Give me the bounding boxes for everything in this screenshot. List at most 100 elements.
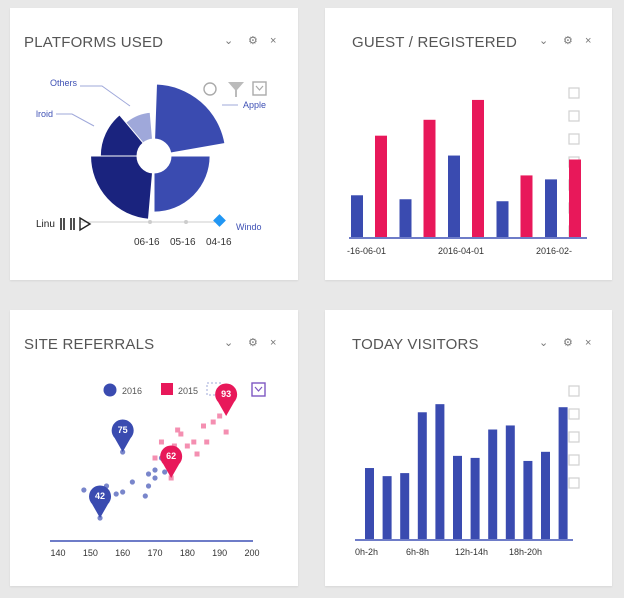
scatter-point-2015[interactable] xyxy=(194,451,200,457)
scatter-point-2016[interactable] xyxy=(81,487,87,493)
timeline-dot[interactable] xyxy=(148,220,152,224)
x-tick-label: -16-06-01 xyxy=(347,246,386,256)
pin-label: 93 xyxy=(221,389,231,399)
save-icon[interactable] xyxy=(252,81,267,96)
bar-series-2[interactable] xyxy=(375,135,387,237)
scatter-point-2016[interactable] xyxy=(162,469,168,475)
bar[interactable] xyxy=(400,473,410,539)
timeline-dot[interactable] xyxy=(184,220,188,224)
card-site-referrals: SITE REFERRALS ⌄ ⚙ × 2016 2015 93 75 62 42 … xyxy=(10,310,298,586)
timeline-current-marker[interactable] xyxy=(213,214,226,227)
x-tick-label: 2016-04-01 xyxy=(438,246,484,256)
bar-series-1[interactable] xyxy=(545,179,557,237)
timeline-label[interactable]: 05-16 xyxy=(170,237,196,248)
bar-series-2[interactable] xyxy=(472,99,484,237)
x-tick-label: 150 xyxy=(83,548,98,558)
x-tick-label: 180 xyxy=(180,548,195,558)
scatter-point-2015[interactable] xyxy=(223,429,229,435)
legend-marker-2015[interactable] xyxy=(161,383,173,395)
scatter-point-2016[interactable] xyxy=(145,483,152,489)
save-icon[interactable] xyxy=(568,477,580,489)
legend-label-2016[interactable]: 2016 xyxy=(122,386,142,396)
x-tick-label: 190 xyxy=(212,548,227,558)
bar[interactable] xyxy=(505,425,515,539)
x-tick-label: 0h-2h xyxy=(355,547,378,557)
bar-series-2[interactable] xyxy=(423,119,436,237)
timeline-label[interactable]: 04-16 xyxy=(206,237,232,248)
x-tick-label: 2016-02- xyxy=(536,246,572,256)
bar[interactable] xyxy=(453,455,462,539)
pin-label: 42 xyxy=(95,491,105,501)
today-visitors-chart: 0h-2h 6h-8h 12h-14h 18h-20h xyxy=(355,385,580,557)
scatter-point-2015[interactable] xyxy=(201,423,206,429)
scatter-point-2016[interactable] xyxy=(142,493,148,499)
scatter-point-2015[interactable] xyxy=(152,455,158,461)
timeline-prev-icon[interactable] xyxy=(70,218,75,230)
rose-slice-apple[interactable] xyxy=(154,83,226,154)
leader-line-android xyxy=(56,113,95,127)
data-view-icon[interactable] xyxy=(568,110,580,122)
x-tick-label: 18h-20h xyxy=(509,547,542,557)
rose-slice-linu[interactable] xyxy=(90,155,154,220)
legend-label-linux: Linu xyxy=(36,219,55,230)
legend-label-2015[interactable]: 2015 xyxy=(178,386,198,396)
x-tick-label: 6h-8h xyxy=(406,547,429,557)
save-icon[interactable] xyxy=(251,382,266,397)
bar[interactable] xyxy=(417,412,427,539)
scatter-point-2016[interactable] xyxy=(152,475,158,481)
timeline-label[interactable]: 06-16 xyxy=(134,237,160,248)
legend-label-windows: Windo xyxy=(236,222,262,232)
pin-label: 75 xyxy=(118,425,128,435)
rose-slice-windo[interactable] xyxy=(153,155,211,213)
scatter-point-2016[interactable] xyxy=(113,491,119,497)
scatter-point-2015[interactable] xyxy=(217,413,223,419)
bar-chart-icon[interactable] xyxy=(568,454,580,466)
restore-icon[interactable] xyxy=(568,87,580,99)
scatter-point-2016[interactable] xyxy=(129,479,135,485)
bar[interactable] xyxy=(488,429,498,539)
platforms-chart: Others lroid Apple Windo Linu 06-16 05-1… xyxy=(36,78,267,248)
legend-label-apple: Apple xyxy=(243,100,266,110)
timeline-play-icon[interactable] xyxy=(60,218,65,230)
scatter-point-2016[interactable] xyxy=(152,467,158,473)
bar-series-1[interactable] xyxy=(399,199,412,237)
scatter-point-2016[interactable] xyxy=(120,489,126,495)
pin-label: 62 xyxy=(166,451,176,461)
bar-series-1[interactable] xyxy=(496,201,509,237)
line-chart-icon[interactable] xyxy=(568,133,580,145)
scatter-point-2015[interactable] xyxy=(184,443,190,449)
scatter-point-2015[interactable] xyxy=(204,439,210,445)
restore-icon[interactable] xyxy=(203,82,217,96)
scatter-point-2015[interactable] xyxy=(158,439,164,445)
x-tick-label: 200 xyxy=(244,548,259,558)
data-view-icon[interactable] xyxy=(568,408,580,420)
bar[interactable] xyxy=(558,407,568,539)
leader-line-others xyxy=(80,85,131,107)
timeline-next-icon[interactable] xyxy=(79,216,92,232)
legend-marker-2016[interactable] xyxy=(103,383,117,397)
scatter-point-2015[interactable] xyxy=(210,419,216,425)
bar-series-2[interactable] xyxy=(569,159,581,237)
card-guest-registered: GUEST / REGISTERED ⌄ ⚙ × -16-06-01 2016-… xyxy=(325,8,612,280)
legend-label-others: Others xyxy=(50,78,78,88)
guest-registered-chart: -16-06-01 2016-04-01 2016-02- xyxy=(347,87,587,256)
bar-series-1[interactable] xyxy=(448,155,460,237)
bar-series-1[interactable] xyxy=(351,195,363,237)
scatter-point-2016[interactable] xyxy=(145,471,152,477)
restore-icon[interactable] xyxy=(568,385,580,397)
bar[interactable] xyxy=(435,404,445,539)
scatter-point-2015[interactable] xyxy=(178,431,184,437)
scatter-point-2015[interactable] xyxy=(191,439,197,445)
bar[interactable] xyxy=(470,457,480,539)
bar[interactable] xyxy=(382,476,392,539)
x-tick-label: 140 xyxy=(50,548,65,558)
bar-series-2[interactable] xyxy=(520,175,533,237)
line-chart-icon[interactable] xyxy=(568,431,580,443)
site-referrals-chart: 2016 2015 93 75 62 42 140 150 160 170 180 190 200 xyxy=(50,382,266,558)
legend-label-android: lroid xyxy=(36,109,53,119)
card-platforms-used: PLATFORMS USED ⌄ ⚙ × Others lroid Apple … xyxy=(10,8,298,280)
bar[interactable] xyxy=(541,451,550,539)
bar[interactable] xyxy=(523,460,533,539)
bar[interactable] xyxy=(365,468,374,539)
filter-icon[interactable] xyxy=(228,82,244,97)
